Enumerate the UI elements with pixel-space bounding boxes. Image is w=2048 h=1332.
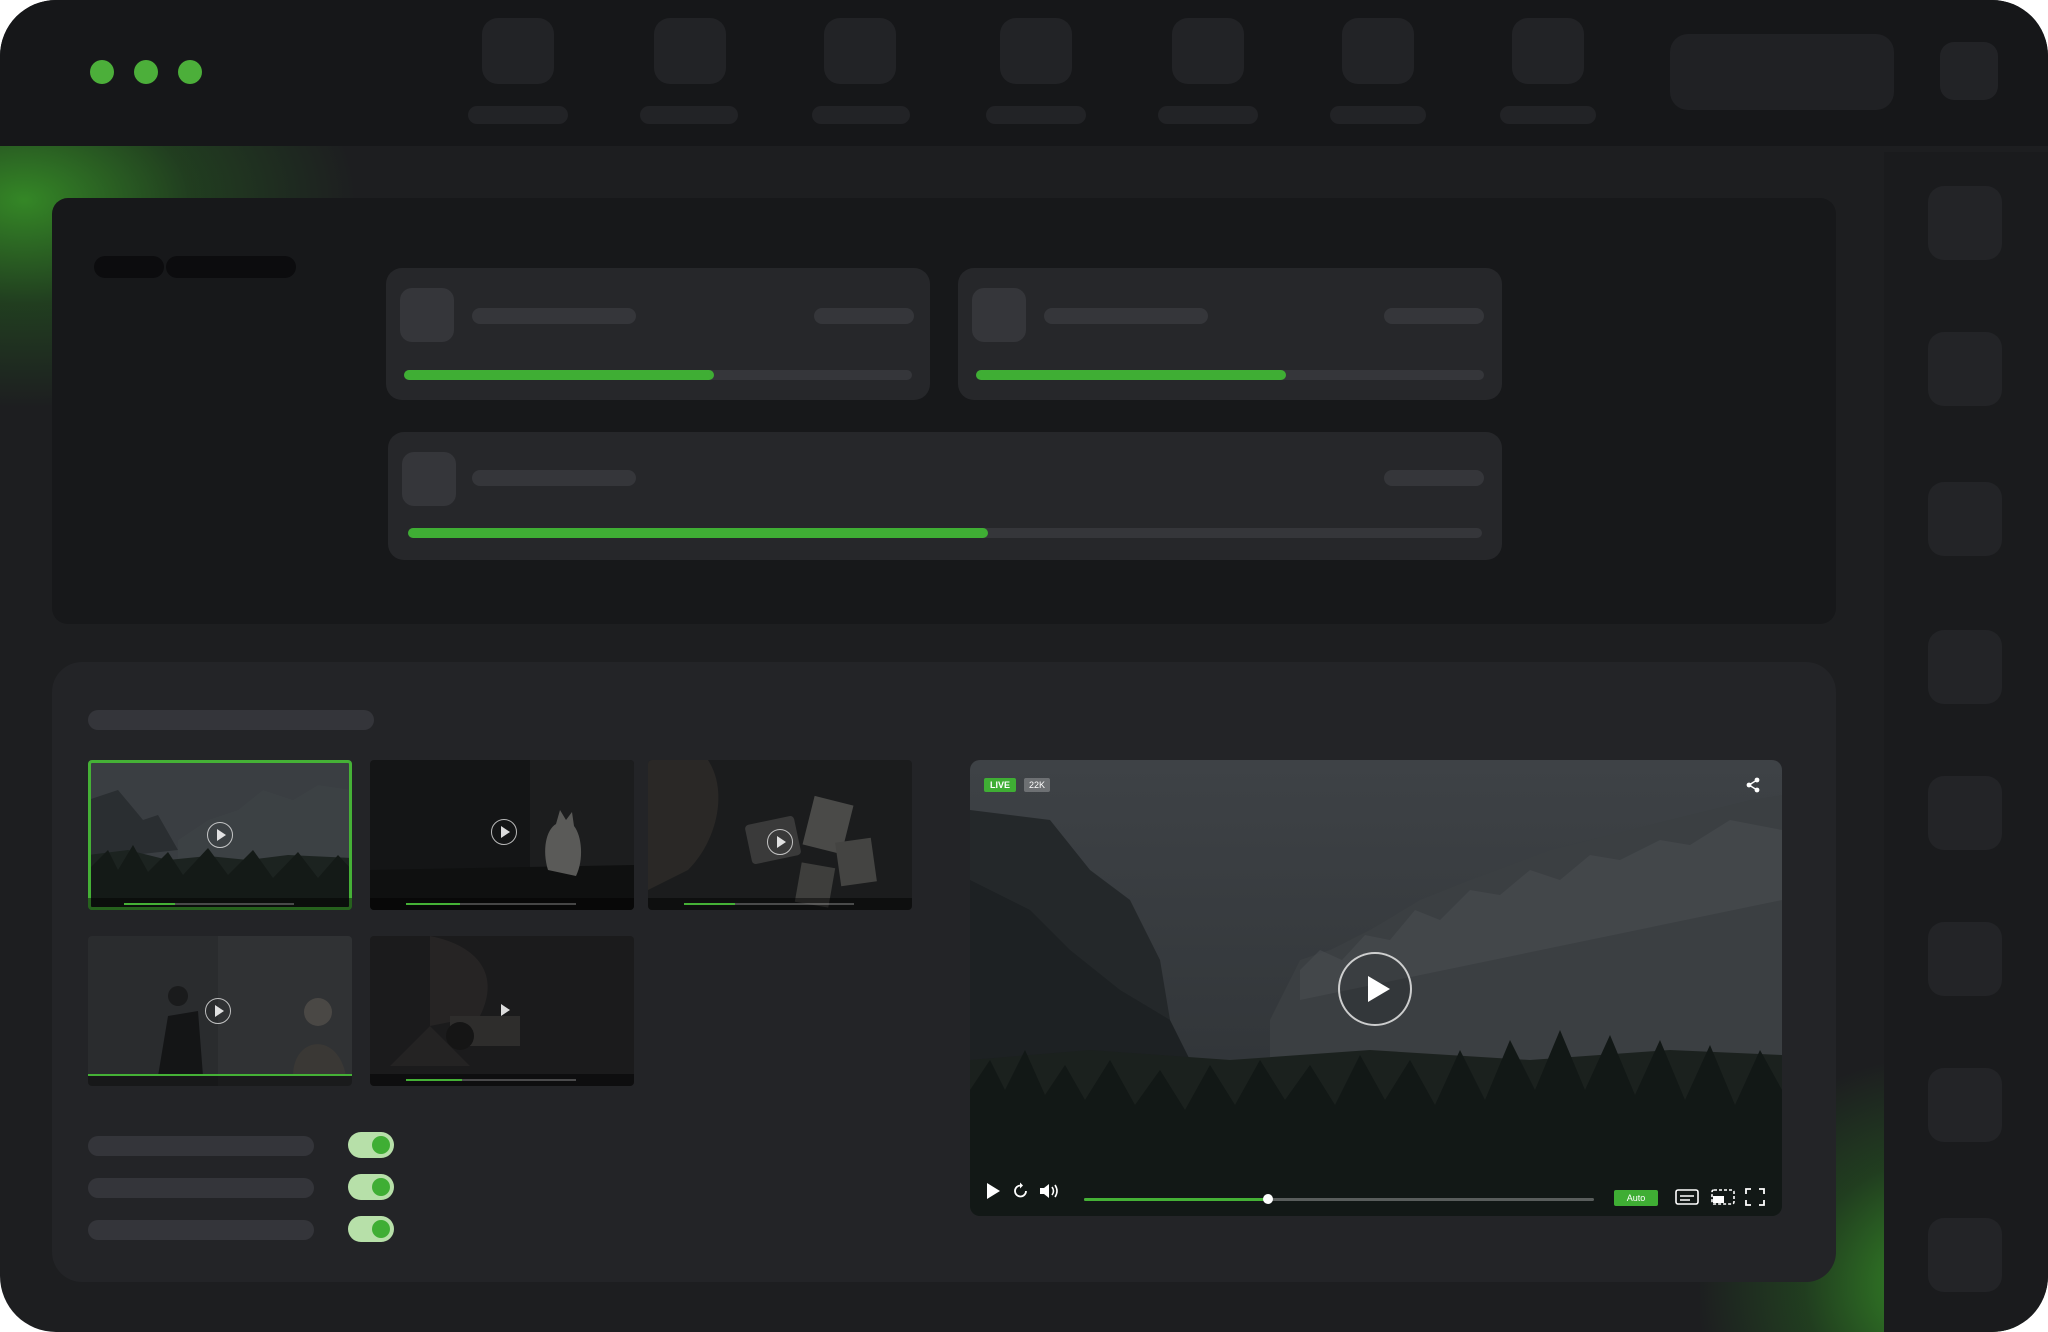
rail-button-4[interactable] — [1928, 630, 2002, 704]
thumbnail-controls — [88, 898, 352, 910]
section-title-placeholder — [88, 710, 374, 730]
progress-bar — [408, 528, 1482, 538]
live-badge: LIVE — [984, 778, 1017, 792]
thumbnail-progress-fill — [406, 903, 461, 905]
rail-button-3[interactable] — [1928, 482, 2002, 556]
setting-toggle-2[interactable] — [348, 1174, 394, 1200]
rail-button-8[interactable] — [1928, 1218, 2002, 1292]
thumbnail-progress-fill — [406, 1079, 463, 1081]
card-meta-placeholder — [1384, 470, 1484, 486]
progress-card-1[interactable] — [386, 268, 930, 400]
progress-card-2[interactable] — [958, 268, 1502, 400]
thumbnail-progress-fill — [88, 1074, 184, 1076]
card-meta-placeholder — [814, 308, 914, 324]
seek-bar[interactable] — [1084, 1194, 1594, 1204]
quality-selector[interactable]: Auto — [1614, 1190, 1658, 1206]
picture-in-picture-icon[interactable] — [1710, 1186, 1736, 1208]
play-icon[interactable] — [984, 1180, 1002, 1202]
setting-toggle-3[interactable] — [348, 1216, 394, 1242]
file-icon — [400, 288, 454, 342]
rail-button-6[interactable] — [1928, 922, 2002, 996]
progress-bar — [404, 370, 912, 380]
video-thumbnail-2[interactable] — [370, 760, 634, 910]
right-toolbar — [1884, 152, 2048, 1332]
play-overlay-button[interactable] — [1338, 952, 1412, 1026]
breadcrumb-part-1[interactable] — [94, 256, 164, 278]
progress-panel — [52, 198, 1836, 624]
play-icon[interactable] — [205, 998, 231, 1024]
card-meta-placeholder — [1384, 308, 1484, 324]
app-window: LIVE 22K Auto — [0, 0, 2048, 1332]
video-thumbnail-3[interactable] — [648, 760, 912, 910]
rail-button-2[interactable] — [1928, 332, 2002, 406]
video-player[interactable]: LIVE 22K Auto — [970, 760, 1782, 1216]
play-icon[interactable] — [207, 822, 233, 848]
search-field[interactable] — [1670, 34, 1894, 110]
volume-icon[interactable] — [1038, 1180, 1062, 1202]
subtitles-icon[interactable] — [1674, 1186, 1700, 1208]
setting-label-2 — [88, 1178, 314, 1198]
thumbnail-controls — [648, 898, 912, 910]
thumbnail-controls — [88, 1074, 352, 1086]
progress-bar-fill — [976, 370, 1286, 380]
window-dot-maximize[interactable] — [178, 60, 202, 84]
play-icon[interactable] — [491, 819, 517, 845]
thumbnail-progress-fill — [124, 903, 175, 905]
progress-bar — [976, 370, 1484, 380]
rail-button-1[interactable] — [1928, 186, 2002, 260]
video-thumbnail-4[interactable] — [88, 936, 352, 1086]
breadcrumb-part-2[interactable] — [166, 256, 296, 278]
play-icon[interactable] — [492, 998, 518, 1024]
progress-card-3[interactable] — [388, 432, 1502, 560]
file-icon — [972, 288, 1026, 342]
video-thumbnail-5[interactable] — [370, 936, 634, 1086]
window-dot-close[interactable] — [90, 60, 114, 84]
setting-toggle-1[interactable] — [348, 1132, 394, 1158]
avatar[interactable] — [1940, 42, 1998, 100]
viewer-count-badge: 22K — [1024, 778, 1051, 792]
setting-label-3 — [88, 1220, 314, 1240]
media-panel: LIVE 22K Auto — [52, 662, 1836, 1282]
thumbnail-controls — [370, 898, 634, 910]
rail-button-7[interactable] — [1928, 1068, 2002, 1142]
top-bar — [0, 0, 2048, 146]
replay-icon[interactable] — [1012, 1180, 1030, 1202]
play-icon[interactable] — [767, 829, 793, 855]
setting-label-1 — [88, 1136, 314, 1156]
progress-bar-fill — [408, 528, 988, 538]
file-icon — [402, 452, 456, 506]
progress-bar-fill — [404, 370, 714, 380]
card-title-placeholder — [1044, 308, 1208, 324]
thumbnail-controls — [370, 1074, 634, 1086]
card-title-placeholder — [472, 470, 636, 486]
share-icon[interactable] — [1744, 776, 1762, 794]
fullscreen-icon[interactable] — [1744, 1186, 1766, 1208]
seek-handle[interactable] — [1262, 1194, 1273, 1204]
window-dot-minimize[interactable] — [134, 60, 158, 84]
thumbnail-progress-fill — [684, 903, 735, 905]
video-thumbnail-1[interactable] — [88, 760, 352, 910]
seek-bar-fill — [1084, 1198, 1268, 1201]
card-title-placeholder — [472, 308, 636, 324]
rail-button-5[interactable] — [1928, 776, 2002, 850]
